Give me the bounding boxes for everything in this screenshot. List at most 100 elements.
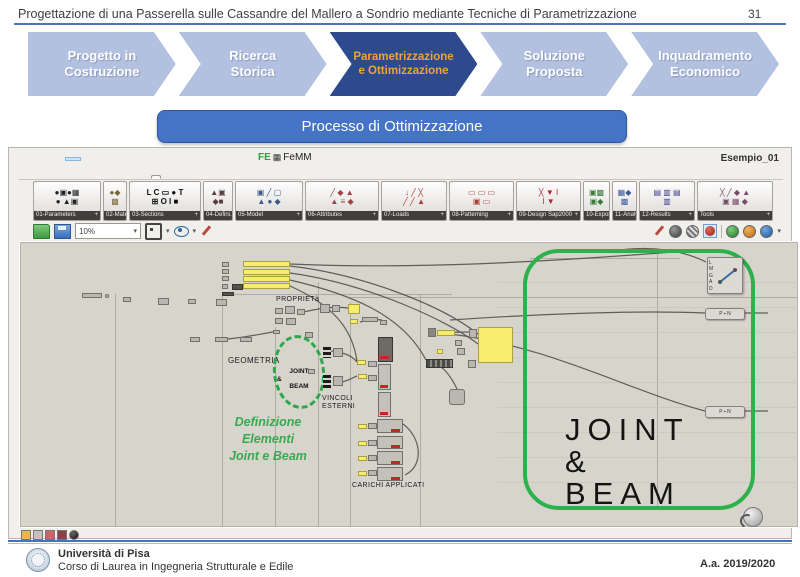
gh-node[interactable] bbox=[232, 284, 243, 290]
toolbar-group-caption[interactable]: 02-Materia.. + bbox=[104, 211, 126, 220]
toolbar-icons-cluster[interactable]: ↓ ╱ ╳ ╱ ╱ ▲ bbox=[382, 182, 446, 211]
canvas-widget-icon[interactable] bbox=[21, 530, 31, 540]
gh-node[interactable] bbox=[158, 298, 169, 305]
toolbar-icons-cluster[interactable]: ▤ ▥ ▤ ▥ bbox=[640, 182, 694, 211]
toolbar-icons-cluster[interactable]: L C ▭ ● T ⊞ O I ■ bbox=[130, 182, 200, 211]
process-stage[interactable]: Inquadramento Economico bbox=[631, 32, 779, 96]
toolbar-icon-row[interactable]: ▦◆ bbox=[613, 188, 636, 197]
toolbar-icon-row[interactable]: ▩ bbox=[104, 197, 126, 206]
toolbar-group[interactable]: ▣ ╱ ▢ ▲ ● ◆ 05-Model + bbox=[235, 181, 303, 221]
toolbar-icon-row[interactable]: ●◆ bbox=[104, 188, 126, 197]
component-tab[interactable] bbox=[107, 178, 109, 179]
gh-node[interactable] bbox=[333, 376, 343, 386]
toolbar-group-caption[interactable]: 03-Sections + bbox=[130, 211, 200, 220]
gh-node[interactable] bbox=[362, 317, 378, 322]
gh-node[interactable] bbox=[469, 329, 477, 338]
component-tab[interactable] bbox=[52, 178, 54, 179]
gh-slider[interactable] bbox=[243, 261, 290, 267]
toolbar-icon-row[interactable]: ▣ ▭ bbox=[450, 197, 513, 206]
gh-panel[interactable] bbox=[358, 471, 367, 476]
component-tab[interactable] bbox=[19, 178, 21, 179]
gh-slider[interactable] bbox=[243, 283, 290, 289]
canvas-navigation-sphere[interactable] bbox=[743, 507, 763, 527]
menu-item[interactable] bbox=[81, 157, 97, 161]
toolbar-icon-row[interactable]: ↓ ╱ ╳ bbox=[382, 188, 446, 197]
toolbar-group-caption[interactable]: 06-Attributes + bbox=[306, 211, 378, 220]
gh-slider[interactable] bbox=[437, 330, 455, 336]
component-tab[interactable] bbox=[30, 178, 32, 179]
toolbar-group-caption[interactable]: 10-Export + bbox=[584, 211, 609, 220]
gh-line-component[interactable]: L M G A D bbox=[707, 257, 743, 294]
gh-multiport-node[interactable] bbox=[323, 347, 331, 358]
gh-panel-large[interactable] bbox=[478, 327, 513, 363]
component-tab[interactable] bbox=[140, 178, 142, 179]
toolbar-group[interactable]: ▣▩ ▣◆ 10-Export + bbox=[583, 181, 610, 221]
component-tab[interactable] bbox=[151, 175, 161, 179]
toolbar-group-caption[interactable]: 08-Patterning + bbox=[450, 211, 513, 220]
process-stage[interactable]: Progetto in Costruzione bbox=[28, 32, 176, 96]
toolbar-group[interactable]: ▤ ▥ ▤ ▥ 12-Results + bbox=[639, 181, 695, 221]
open-file-icon[interactable] bbox=[33, 224, 50, 239]
toolbar-icon-row[interactable]: ▲▣ bbox=[204, 188, 232, 197]
canvas-widget-icon[interactable] bbox=[69, 530, 79, 540]
toolbar-group-expand[interactable]: + bbox=[688, 211, 692, 220]
gh-node[interactable] bbox=[333, 348, 343, 357]
gh-beam-node[interactable]: P ▪ N bbox=[705, 308, 745, 320]
gh-beam-node[interactable]: P ▪ N bbox=[705, 406, 745, 418]
gh-node[interactable] bbox=[222, 276, 229, 281]
toolbar-group-expand[interactable]: + bbox=[440, 211, 444, 220]
toolbar-icons-cluster[interactable]: ▣▩ ▣◆ bbox=[584, 182, 609, 211]
gh-node[interactable] bbox=[297, 309, 305, 315]
gh-multiport-node[interactable] bbox=[323, 375, 331, 389]
toolbar-group[interactable]: ╳ ╱ ◆ ▲ ▣ ▦ ◆ Tools + bbox=[697, 181, 773, 221]
toolbar-group-expand[interactable]: + bbox=[574, 211, 578, 220]
toolbar-icon-row[interactable]: ▣ ▦ ◆ bbox=[698, 197, 772, 206]
component-tab[interactable] bbox=[74, 178, 76, 179]
toolbar-group[interactable]: ●▣●▦ ● ▲▣ 01-Parameters + bbox=[33, 181, 101, 221]
toolbar-icon-row[interactable]: ▭ ▭ ▭ bbox=[450, 188, 513, 197]
toolbar-group[interactable]: ▦◆ ▩ 11-Analysis + bbox=[612, 181, 637, 221]
gh-panel[interactable] bbox=[437, 349, 443, 354]
gh-node[interactable] bbox=[216, 299, 227, 306]
toolbar-icons-cluster[interactable]: ╳ ▼ I I ▼ bbox=[517, 182, 580, 211]
toolbar-icon-row[interactable]: L C ▭ ● T bbox=[130, 188, 200, 197]
gh-node[interactable] bbox=[457, 348, 465, 355]
gh-node[interactable] bbox=[123, 297, 131, 302]
chevron-down-icon[interactable]: ▾ bbox=[777, 227, 781, 235]
toolbar-group-caption[interactable]: 01-Parameters + bbox=[34, 211, 100, 220]
gh-node[interactable] bbox=[332, 305, 340, 312]
gh-panel[interactable] bbox=[358, 456, 367, 461]
gh-node[interactable] bbox=[380, 320, 387, 325]
process-stage[interactable]: Parametrizzazione e Ottimizzazione bbox=[330, 32, 478, 96]
gh-node[interactable] bbox=[275, 308, 283, 314]
toolbar-icon-row[interactable]: ▤ ▥ ▤ bbox=[640, 188, 694, 197]
toolbar-group-caption[interactable]: 04-Defini.. + bbox=[204, 211, 232, 220]
component-tab[interactable] bbox=[96, 178, 98, 179]
gh-node[interactable] bbox=[368, 440, 377, 446]
toolbar-group-caption[interactable]: 12-Results + bbox=[640, 211, 694, 220]
gh-node[interactable] bbox=[105, 294, 109, 298]
toolbar-group-caption[interactable]: Tools + bbox=[698, 211, 772, 220]
toolbar-group[interactable]: ╱ ◆ ▲ ▲ ≡ ◆ 06-Attributes + bbox=[305, 181, 379, 221]
gh-node[interactable] bbox=[428, 328, 436, 337]
gh-node[interactable] bbox=[305, 332, 313, 338]
gh-graph-mapper[interactable] bbox=[426, 359, 453, 368]
gh-slider[interactable] bbox=[243, 269, 290, 275]
toolbar-icon-row[interactable]: ●▣●▦ bbox=[34, 188, 100, 197]
preview-eye-icon[interactable] bbox=[174, 226, 189, 237]
gh-node[interactable] bbox=[188, 299, 196, 304]
focus-extents-icon[interactable] bbox=[145, 223, 162, 240]
component-tab[interactable] bbox=[170, 178, 172, 179]
orange-preview-icon[interactable] bbox=[743, 225, 756, 238]
toolbar-icon-row[interactable]: ╱ ◆ ▲ bbox=[306, 188, 378, 197]
toolbar-icons-cluster[interactable]: ╱ ◆ ▲ ▲ ≡ ◆ bbox=[306, 182, 378, 211]
menu-item[interactable] bbox=[33, 157, 49, 161]
wireframe-mode-icon[interactable] bbox=[669, 225, 682, 238]
gh-node[interactable] bbox=[368, 361, 377, 367]
gh-panel[interactable] bbox=[358, 424, 367, 429]
toolbar-icon-row[interactable]: ▣◆ bbox=[584, 197, 609, 206]
gh-node[interactable] bbox=[222, 262, 229, 267]
toolbar-group[interactable]: ▭ ▭ ▭ ▣ ▭ 08-Patterning + bbox=[449, 181, 514, 221]
toolbar-group-expand[interactable]: + bbox=[194, 211, 198, 220]
toolbar-icon-row[interactable]: ▩ bbox=[613, 197, 636, 206]
